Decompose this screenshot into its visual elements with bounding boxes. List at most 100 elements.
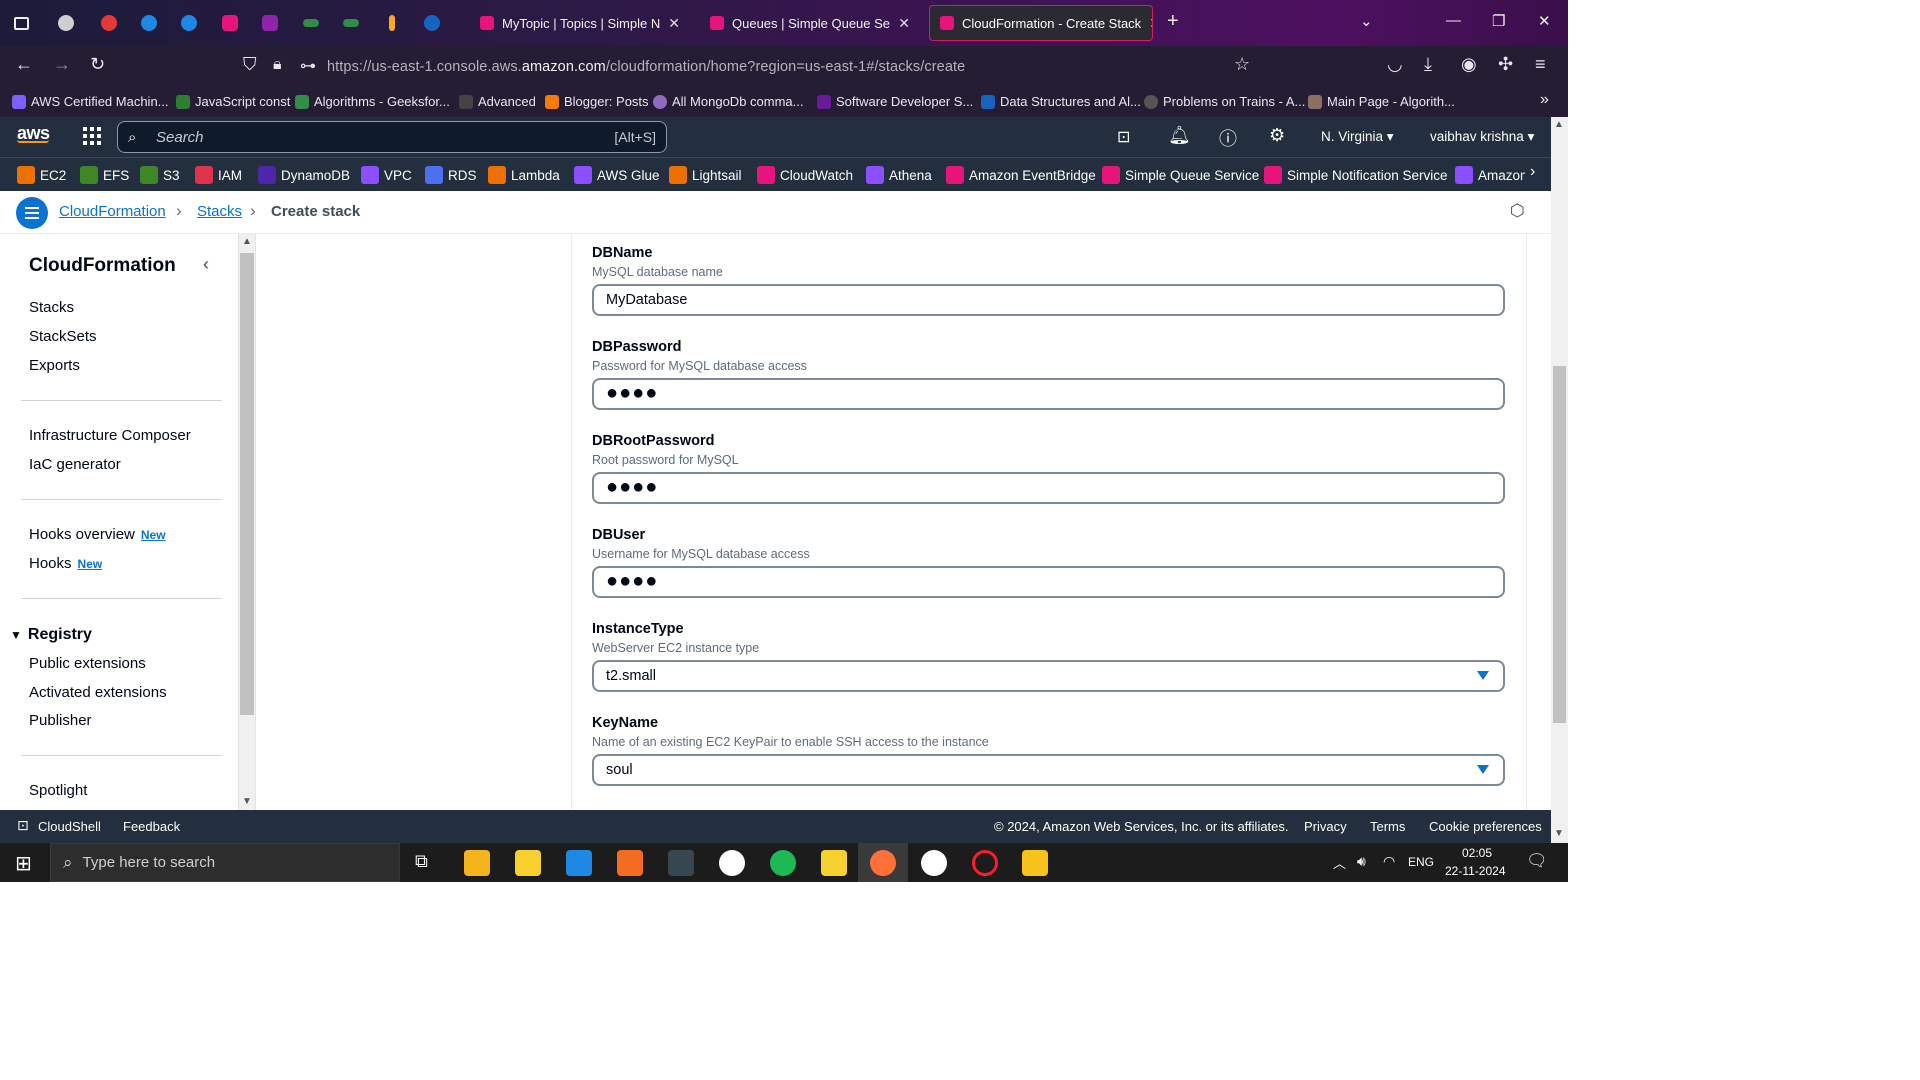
favorite-s3[interactable]: S3 bbox=[140, 166, 180, 184]
task-view-icon[interactable]: ⧉ bbox=[415, 851, 428, 872]
sticky-notes-icon[interactable] bbox=[515, 850, 541, 876]
back-arrow-icon[interactable]: ← bbox=[15, 54, 33, 75]
bookmark-item[interactable]: Problems on Trains - A... bbox=[1144, 94, 1305, 109]
scroll-up-arrow-icon[interactable]: ▲ bbox=[242, 236, 252, 247]
bookmark-item[interactable]: All MongoDb comma... bbox=[653, 94, 804, 109]
input-language-indicator[interactable]: ENG bbox=[1408, 855, 1434, 869]
favorite-cloudwatch[interactable]: CloudWatch bbox=[757, 166, 853, 184]
sidebar-item-hooks[interactable]: Hooks New bbox=[29, 555, 102, 572]
scroll-down-arrow-icon[interactable]: ▼ bbox=[242, 796, 252, 807]
tab-close-icon[interactable]: ✕ bbox=[1149, 15, 1152, 32]
opera-icon[interactable] bbox=[972, 850, 998, 876]
pinned-tab-aws-pink-icon[interactable] bbox=[217, 10, 243, 36]
sidebar-item-exports[interactable]: Exports bbox=[29, 357, 80, 374]
clock-date[interactable]: 22-11-2024 bbox=[1445, 864, 1506, 878]
volume-icon[interactable]: 🔊︎ bbox=[1357, 853, 1366, 870]
forward-arrow-icon[interactable]: → bbox=[53, 54, 71, 75]
bookmark-item[interactable]: Software Developer S... bbox=[817, 94, 973, 109]
file-explorer-icon[interactable] bbox=[464, 850, 490, 876]
sidebar-item-hooks-overview[interactable]: Hooks overview New bbox=[29, 526, 166, 543]
favorite-sqs[interactable]: Simple Queue Service bbox=[1102, 166, 1259, 184]
bookmark-star-icon[interactable]: ☆ bbox=[1234, 54, 1250, 75]
extensions-icon[interactable]: ✣ bbox=[1498, 54, 1513, 75]
favorites-scroll-right-icon[interactable]: › bbox=[1530, 163, 1535, 181]
favorite-iam[interactable]: IAM bbox=[195, 166, 242, 184]
pocket-icon[interactable]: ◡ bbox=[1387, 54, 1403, 75]
sidebar-item-iac-generator[interactable]: IaC generator bbox=[29, 456, 121, 473]
pinned-tab-youtube-icon[interactable] bbox=[96, 10, 122, 36]
favorite-vpc[interactable]: VPC bbox=[361, 166, 412, 184]
address-bar[interactable]: https://us-east-1.console.aws.amazon.com… bbox=[327, 59, 965, 75]
favorite-lambda[interactable]: Lambda bbox=[488, 166, 560, 184]
tab-sns-topics[interactable]: MyTopic | Topics | Simple Notif ✕ bbox=[470, 5, 690, 41]
notification-center-icon[interactable]: 🗨︎ bbox=[1526, 851, 1548, 871]
instancetype-select[interactable]: t2.small bbox=[592, 660, 1505, 692]
sidebar-item-spotlight[interactable]: Spotlight bbox=[29, 782, 87, 799]
terms-link[interactable]: Terms bbox=[1370, 819, 1405, 834]
media-player-icon[interactable] bbox=[821, 850, 847, 876]
favorite-lightsail[interactable]: Lightsail bbox=[669, 166, 742, 184]
console-search-input[interactable]: ⌕ Search [Alt+S] bbox=[117, 121, 667, 153]
notifications-bell-icon[interactable]: 🔔︎ bbox=[1168, 125, 1191, 146]
sidebar-item-infrastructure-composer[interactable]: Infrastructure Composer bbox=[29, 427, 191, 444]
windows-start-icon[interactable]: ⊞ bbox=[15, 851, 32, 876]
tray-overflow-chevron-icon[interactable]: ︿ bbox=[1333, 853, 1346, 872]
restore-window-icon[interactable]: ❐ bbox=[1492, 12, 1505, 30]
pinned-tab-purple-icon[interactable] bbox=[257, 10, 283, 36]
pinned-tab-pen-icon[interactable] bbox=[379, 10, 405, 36]
favorite-sns[interactable]: Simple Notification Service bbox=[1264, 166, 1448, 184]
dbuser-input[interactable]: ●●●● bbox=[592, 566, 1505, 598]
account-icon[interactable]: ◉ bbox=[1461, 54, 1477, 75]
firefox-icon[interactable] bbox=[870, 850, 896, 876]
help-icon[interactable]: ⓘ bbox=[1219, 125, 1237, 151]
favorite-efs[interactable]: EFS bbox=[80, 166, 129, 184]
bookmark-item[interactable]: Main Page - Algorith... bbox=[1308, 94, 1455, 109]
sidebar-item-publisher[interactable]: Publisher bbox=[29, 712, 92, 729]
sidebar-item-stacks[interactable]: Stacks bbox=[29, 299, 74, 316]
cookie-preferences-link[interactable]: Cookie preferences bbox=[1429, 819, 1542, 834]
page-scroll-up-arrow-icon[interactable]: ▲ bbox=[1554, 119, 1564, 130]
tab-cloudformation-create-stack[interactable]: CloudFormation - Create Stack ✕ bbox=[929, 5, 1153, 41]
favorite-dynamodb[interactable]: DynamoDB bbox=[258, 166, 350, 184]
favorite-aws-glue[interactable]: AWS Glue bbox=[574, 166, 660, 184]
close-sidebar-chevron-left-icon[interactable]: ‹ bbox=[203, 254, 209, 275]
more-bookmarks-chevron-icon[interactable]: » bbox=[1540, 91, 1549, 109]
privacy-link[interactable]: Privacy bbox=[1304, 819, 1347, 834]
wifi-icon[interactable]: ◠ bbox=[1383, 853, 1395, 870]
vscode-icon[interactable] bbox=[566, 850, 592, 876]
sidebar-item-activated-extensions[interactable]: Activated extensions bbox=[29, 684, 167, 701]
downloads-icon[interactable]: ⤓ bbox=[1424, 54, 1432, 75]
tab-close-icon[interactable]: ✕ bbox=[898, 15, 910, 32]
app-yellow-icon[interactable] bbox=[1022, 850, 1048, 876]
sidebar-item-stacksets[interactable]: StackSets bbox=[29, 328, 97, 345]
page-scrollbar-thumb[interactable] bbox=[1553, 366, 1566, 723]
pinned-tab-gfg2-icon[interactable] bbox=[338, 10, 364, 36]
dbname-input[interactable]: MyDatabase bbox=[592, 284, 1505, 316]
minimize-window-icon[interactable]: — bbox=[1446, 12, 1461, 29]
app-b-icon[interactable] bbox=[719, 850, 745, 876]
sidebar-section-registry[interactable]: ▼ Registry bbox=[10, 626, 92, 644]
bookmark-item[interactable]: Algorithms - Geeksfor... bbox=[295, 94, 450, 109]
app-b2-icon[interactable] bbox=[921, 850, 947, 876]
pinned-tab-c2-icon[interactable] bbox=[176, 10, 202, 36]
feedback-link[interactable]: Feedback bbox=[123, 819, 180, 834]
region-selector[interactable]: N. Virginia ▾ bbox=[1321, 129, 1394, 145]
bookmark-item[interactable]: Advanced bbox=[459, 94, 536, 109]
clock-time[interactable]: 02:05 bbox=[1462, 846, 1492, 860]
app-menu-icon[interactable]: ≡ bbox=[1535, 54, 1546, 75]
cloudshell-icon[interactable]: ⊡ bbox=[1117, 127, 1130, 147]
account-menu[interactable]: vaibhav krishna ▾ bbox=[1430, 129, 1534, 145]
site-permissions-icon[interactable]: ⊶ bbox=[300, 56, 316, 76]
sidebar-item-public-extensions[interactable]: Public extensions bbox=[29, 655, 146, 672]
settings-gear-icon[interactable]: ⚙ bbox=[1269, 125, 1285, 146]
breadcrumb-cloudformation[interactable]: CloudFormation bbox=[59, 203, 166, 220]
spotify-icon[interactable] bbox=[770, 850, 796, 876]
dbpassword-input[interactable]: ●●●● bbox=[592, 378, 1505, 410]
new-tab-button[interactable]: + bbox=[1167, 10, 1179, 33]
tab-overview-icon[interactable] bbox=[8, 10, 34, 36]
keyname-select[interactable]: soul bbox=[592, 754, 1505, 786]
breadcrumb-stacks[interactable]: Stacks bbox=[197, 203, 242, 220]
hamburger-menu-icon[interactable] bbox=[16, 197, 48, 229]
bookmark-item[interactable]: JavaScript const bbox=[176, 94, 290, 109]
pinned-tab-chatgpt-icon[interactable] bbox=[53, 10, 79, 36]
